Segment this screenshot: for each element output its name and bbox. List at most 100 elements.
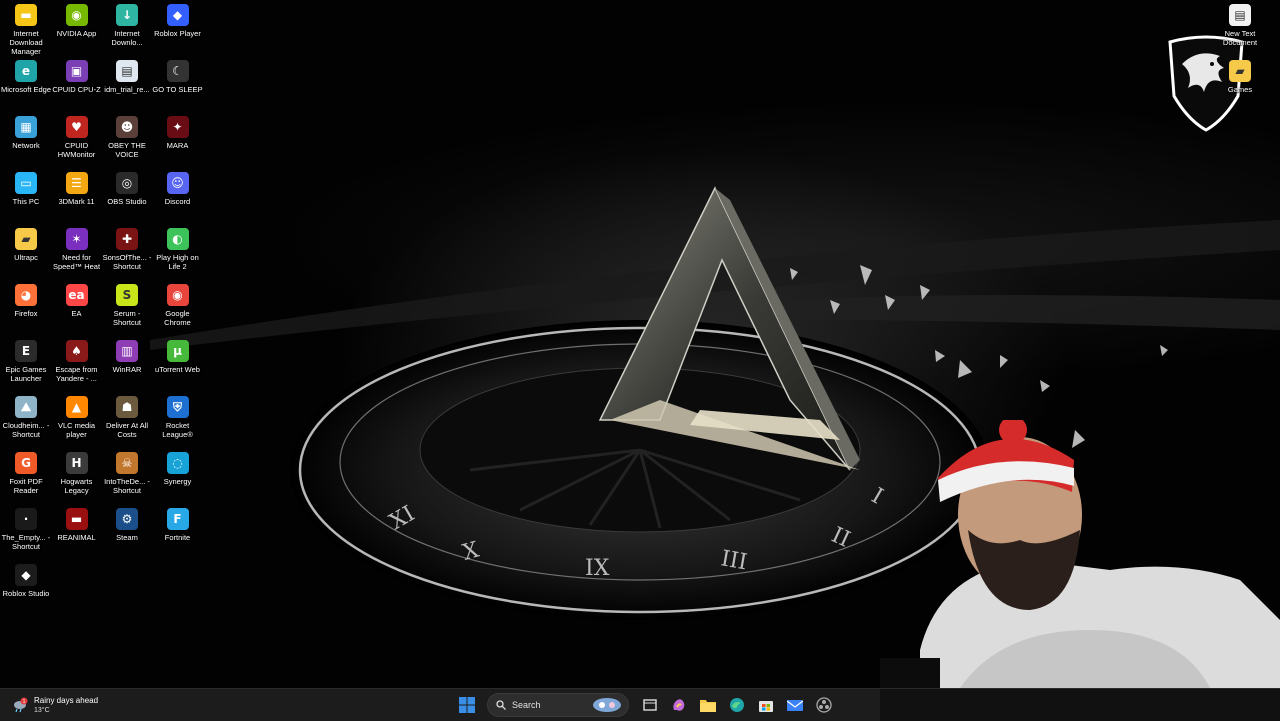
desktop-icon-label: Play High on Life 2: [156, 253, 199, 271]
desktop-icon-into-the-dead[interactable]: ☠ IntoTheDe... - Shortcut: [101, 448, 153, 495]
desktop-icon-text-document[interactable]: ▤ New Text Document: [1214, 0, 1266, 47]
desktop-icon-idm[interactable]: ▬ Internet Download Manager: [0, 0, 52, 56]
desktop-icon-label: GO TO SLEEP: [152, 85, 203, 94]
desktop: XI X IX III II I ▬ Internet Download Man…: [0, 0, 1280, 688]
desktop-icon-vlc[interactable]: ▲ VLC media player: [51, 392, 103, 439]
start-button[interactable]: [455, 693, 479, 717]
desktop-icon-label: Synergy: [163, 477, 192, 486]
desktop-icon-empty-game[interactable]: · The_Empty... - Shortcut: [0, 504, 52, 551]
nvidia-icon: ◉: [65, 4, 88, 26]
folder-icon: ▰: [15, 228, 37, 250]
foxit-icon: G: [15, 452, 37, 474]
desktop-icon-roblox[interactable]: ◆ Roblox Player: [152, 0, 204, 38]
desktop-icon-label: Roblox Studio: [2, 589, 50, 598]
search-icon: [496, 700, 506, 710]
file-explorer-button[interactable]: [696, 693, 720, 717]
steam-icon: ⚙: [116, 508, 138, 530]
desktop-icon-fortnite[interactable]: F Fortnite: [152, 504, 204, 542]
desktop-icon-utorrent[interactable]: µ uTorrent Web: [152, 336, 204, 374]
search-highlight-art-icon: [593, 698, 621, 712]
taskbar: 1 Rainy days ahead 13°C Search: [0, 688, 1280, 721]
taskbar-search-box[interactable]: Search: [487, 693, 629, 717]
desktop-icon-label: Rocket League®: [162, 421, 193, 439]
desktop-icon-network[interactable]: ▦ Network: [0, 112, 52, 150]
mail-button[interactable]: [783, 693, 807, 717]
desktop-icon-label: Microsoft Edge: [0, 85, 52, 94]
edge-button[interactable]: [725, 693, 749, 717]
desktop-icon-folder-games[interactable]: ▰ Games: [1214, 56, 1266, 94]
desktop-icon-label: Serum - Shortcut: [113, 309, 141, 327]
desktop-icon-file[interactable]: ▤ idm_trial_re...: [101, 56, 153, 94]
desktop-icon-rocket-league[interactable]: ⛨ Rocket League®: [152, 392, 204, 439]
obs-button[interactable]: [812, 693, 836, 717]
desktop-icon-label: Games: [1227, 85, 1253, 94]
desktop-icon-folder[interactable]: ▰ Ultrapc: [0, 224, 52, 262]
dial-numeral-ix: IX: [585, 556, 610, 581]
desktop-icon-label: Need for Speed™ Heat: [52, 253, 101, 271]
desktop-icon-label: CPUID HWMonitor: [57, 141, 96, 159]
store-button[interactable]: [754, 693, 778, 717]
desktop-icon-label: Discord: [164, 197, 191, 206]
desktop-icon-hogwarts[interactable]: H Hogwarts Legacy: [51, 448, 103, 495]
desktop-icon-label: The_Empty... - Shortcut: [1, 533, 51, 551]
desktop-icon-label: This PC: [12, 197, 40, 206]
taskbar-center: Search: [452, 693, 838, 717]
task-view-button[interactable]: [638, 693, 662, 717]
cpuz-icon: ▣: [65, 60, 88, 82]
desktop-icon-cloudheim[interactable]: ⛰ Cloudheim... - Shortcut: [0, 392, 52, 439]
3dmark-icon: ☰: [65, 172, 88, 194]
desktop-icon-this-pc[interactable]: ▭ This PC: [0, 168, 52, 206]
desktop-icon-roblox-studio[interactable]: ◆ Roblox Studio: [0, 560, 52, 598]
deliver-icon: ☗: [116, 396, 138, 418]
desktop-icon-serum[interactable]: S Serum - Shortcut: [101, 280, 153, 327]
desktop-icon-edge[interactable]: e Microsoft Edge: [0, 56, 52, 94]
obs-icon: ◎: [116, 172, 138, 194]
ea-icon: ea: [65, 284, 88, 306]
desktop-icon-yandere[interactable]: ♠ Escape from Yandere - ...: [51, 336, 103, 383]
desktop-icon-foxit[interactable]: G Foxit PDF Reader: [0, 448, 52, 495]
desktop-icon-label: Hogwarts Legacy: [60, 477, 93, 495]
network-icon: ▦: [15, 116, 37, 138]
desktop-icon-game[interactable]: ☻ OBEY THE VOICE: [101, 112, 153, 159]
desktop-icon-label: Cloudheim... - Shortcut: [2, 421, 50, 439]
desktop-icon-label: uTorrent Web: [155, 365, 200, 374]
desktop-icon-synergy[interactable]: ◌ Synergy: [152, 448, 204, 486]
windows-start-icon: [458, 697, 475, 713]
desktop-icon-deliver[interactable]: ☗ Deliver At All Costs: [101, 392, 153, 439]
nfs-heat-icon: ✶: [65, 228, 88, 250]
desktop-icon-3dmark[interactable]: ☰ 3DMark 11: [51, 168, 103, 206]
hwmonitor-icon: ♥: [65, 116, 88, 138]
synergy-icon: ◌: [166, 452, 189, 474]
desktop-icon-ea[interactable]: ea EA: [51, 280, 103, 318]
desktop-icon-cpuz[interactable]: ▣ CPUID CPU-Z: [51, 56, 103, 94]
hogwarts-icon: H: [65, 452, 88, 474]
desktop-icon-high-on-life[interactable]: ◐ Play High on Life 2: [152, 224, 204, 271]
desktop-icon-game-mara[interactable]: ✦ MARA: [152, 112, 204, 150]
desktop-icon-hwmonitor[interactable]: ♥ CPUID HWMonitor: [51, 112, 103, 159]
weather-widget[interactable]: 1 Rainy days ahead 13°C: [12, 692, 98, 718]
desktop-icon-label: VLC media player: [57, 421, 96, 439]
desktop-icon-nfs-heat[interactable]: ✶ Need for Speed™ Heat: [51, 224, 103, 271]
desktop-icon-edge-download[interactable]: ↓ Internet Downlo...: [101, 0, 153, 47]
desktop-icon-reanimal[interactable]: ▬ REANIMAL: [51, 504, 103, 542]
desktop-icon-label: EA: [71, 309, 82, 318]
desktop-icon-steam[interactable]: ⚙ Steam: [101, 504, 153, 542]
copilot-button[interactable]: [667, 693, 691, 717]
desktop-icon-sons-forest[interactable]: ✚ SonsOfThe... - Shortcut: [101, 224, 153, 271]
desktop-icon-sleep-shortcut[interactable]: ☾ GO TO SLEEP: [152, 56, 204, 94]
desktop-icon-firefox[interactable]: ◕ Firefox: [0, 280, 52, 318]
dial-numeral-iii: III: [719, 546, 749, 575]
desktop-icon-nvidia[interactable]: ◉ NVIDIA App: [51, 0, 103, 38]
desktop-icon-epic[interactable]: E Epic Games Launcher: [0, 336, 52, 383]
desktop-icon-label: OBS Studio: [107, 197, 147, 206]
desktop-icon-obs[interactable]: ◎ OBS Studio: [101, 168, 153, 206]
desktop-icon-discord[interactable]: ☺ Discord: [152, 168, 204, 206]
folder-icon: [699, 700, 716, 712]
desktop-icon-winrar[interactable]: ▥ WinRAR: [101, 336, 153, 374]
desktop-icon-chrome[interactable]: ◉ Google Chrome: [152, 280, 204, 327]
desktop-icon-label: OBEY THE VOICE: [108, 141, 146, 159]
weather-title: Rainy days ahead: [34, 695, 99, 705]
discord-icon: ☺: [166, 172, 189, 194]
desktop-icon-label: MARA: [166, 141, 189, 150]
taskbar-overlay-region: [880, 689, 1280, 721]
